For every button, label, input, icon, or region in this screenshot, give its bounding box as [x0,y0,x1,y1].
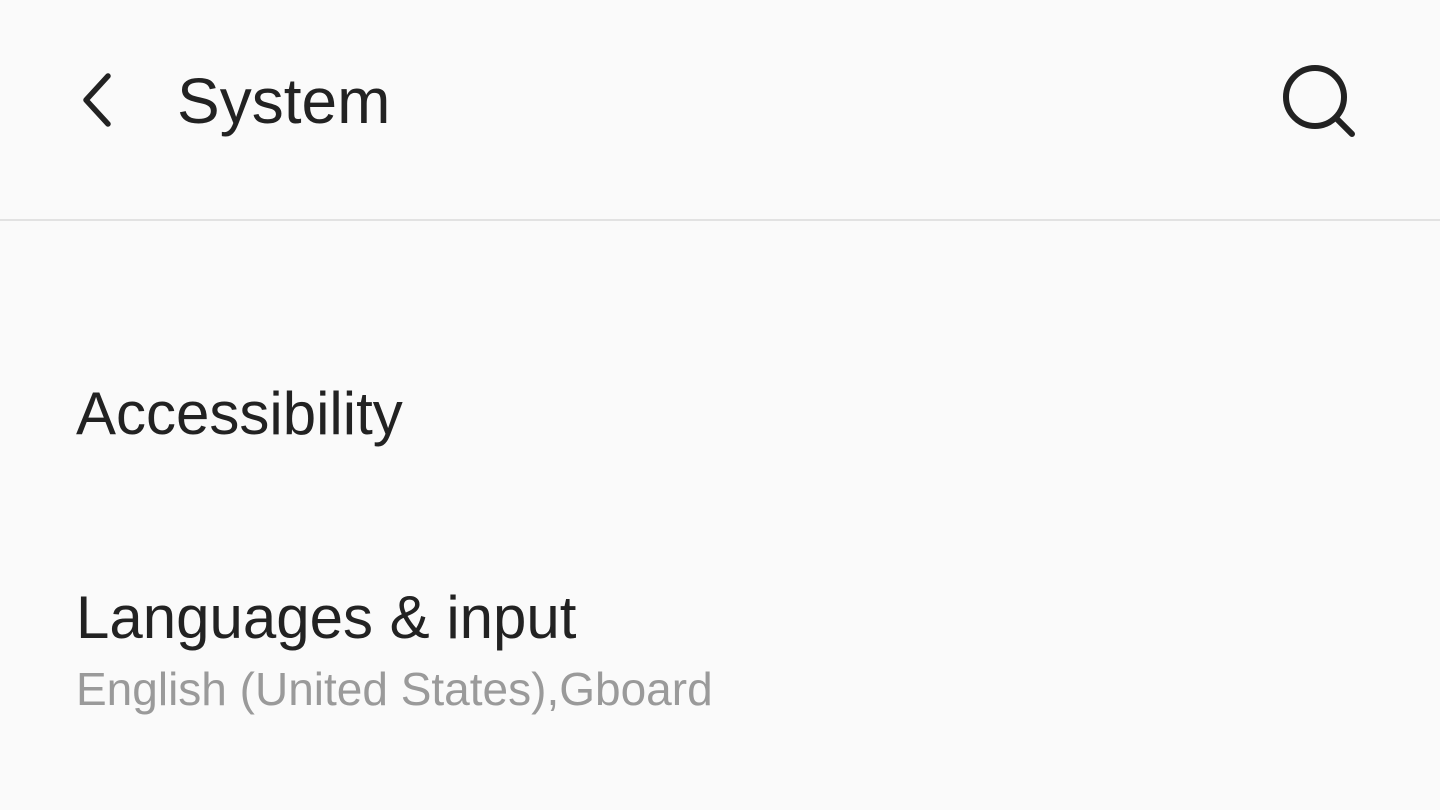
list-item-summary: English (United States),Gboard [76,663,713,715]
search-icon [1283,65,1355,137]
app-bar: System [0,0,1440,221]
back-button[interactable] [60,58,140,142]
list-item-languages-input[interactable]: Languages & input English (United States… [0,562,1440,732]
list-item-accessibility[interactable]: Accessibility [0,352,1440,482]
list-item-title: Accessibility [76,380,403,447]
page-title: System [177,65,391,137]
chevron-left-icon [83,73,111,127]
search-button[interactable] [1270,52,1370,152]
